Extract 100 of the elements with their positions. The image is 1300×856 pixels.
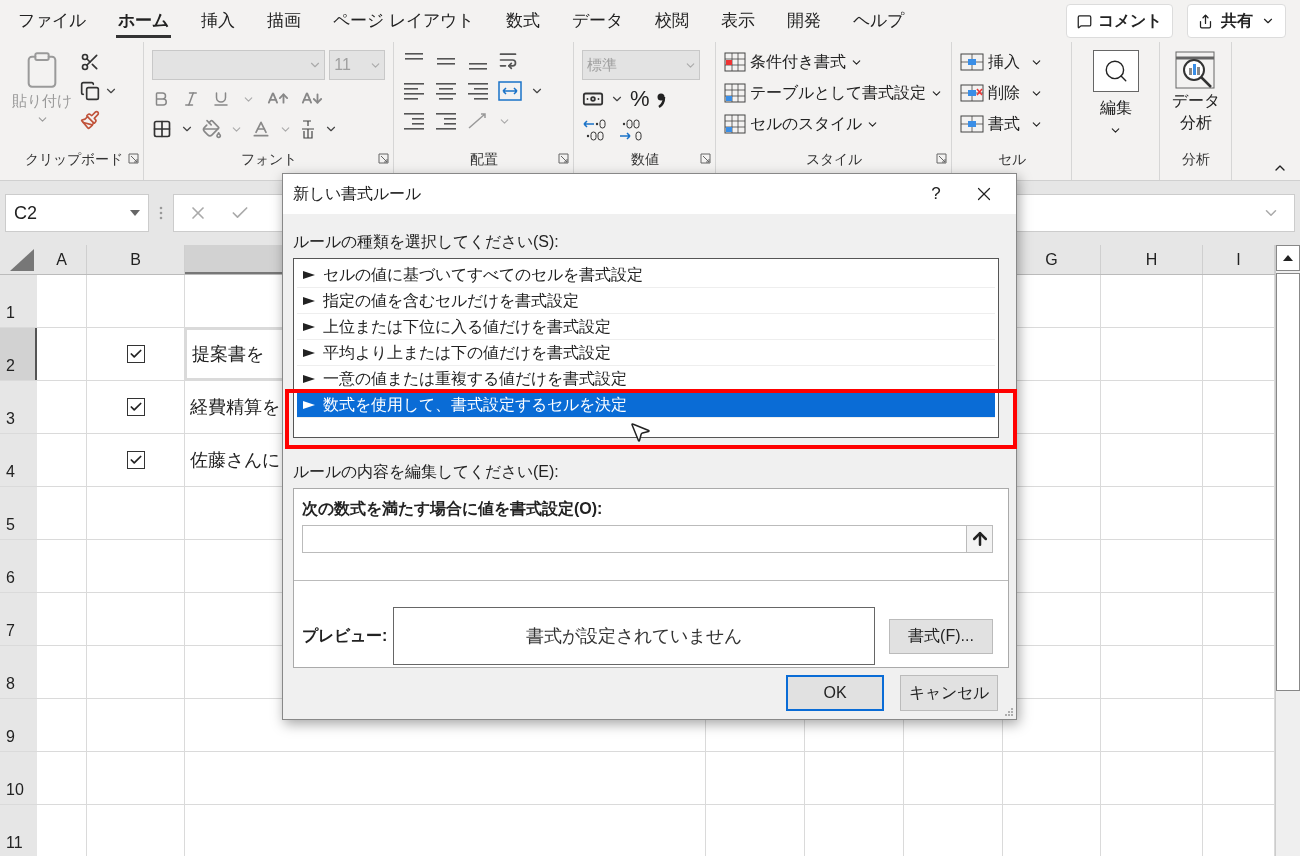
cells-icon	[960, 52, 984, 72]
ribbon-tab[interactable]: ファイル	[16, 3, 88, 39]
cancel-button[interactable]: キャンセル	[900, 675, 998, 711]
resize-grip-icon[interactable]	[1004, 707, 1014, 717]
cells-menu-button[interactable]: 挿入	[960, 50, 1063, 74]
wrap-text-icon[interactable]	[498, 50, 518, 70]
share-icon	[1198, 13, 1213, 29]
merge-center-icon[interactable]	[498, 80, 522, 102]
select-all-icon[interactable]	[10, 249, 34, 271]
rule-type-item[interactable]: 平均より上または下の値だけを書式設定	[297, 340, 995, 366]
increase-decimal-icon[interactable]	[582, 118, 608, 142]
bullet-icon	[303, 347, 315, 358]
ribbon-tab[interactable]: ヘルプ	[850, 3, 906, 39]
ribbon-tab[interactable]: 開発	[784, 3, 823, 39]
help-button[interactable]: ?	[916, 181, 956, 207]
share-button[interactable]: 共有	[1187, 4, 1286, 38]
dialog-launcher-icon[interactable]	[558, 153, 569, 164]
row-header[interactable]: 5	[0, 487, 37, 539]
row-header[interactable]: 3	[0, 381, 37, 433]
bullet-icon	[303, 399, 315, 410]
table-style-icon	[724, 114, 746, 134]
pointer-icon	[628, 420, 652, 444]
style-menu-button[interactable]: 条件付き書式	[724, 50, 943, 74]
editing-button[interactable]: 編集	[1080, 50, 1151, 137]
vertical-scrollbar[interactable]	[1275, 245, 1300, 856]
scroll-up-icon	[1283, 255, 1293, 261]
copy-icon[interactable]	[80, 81, 100, 101]
table-style-icon	[724, 83, 746, 103]
ribbon-tab[interactable]: 校閲	[652, 3, 691, 39]
row-header[interactable]: 11	[0, 805, 37, 856]
format-button[interactable]: 書式(F)...	[889, 618, 993, 654]
data-analysis-button[interactable]: データ 分析	[1168, 50, 1223, 134]
align-right-icon[interactable]	[466, 80, 490, 102]
rule-type-item[interactable]: 上位または下位に入る値だけを書式設定	[297, 314, 995, 340]
font-color-icon[interactable]	[251, 119, 271, 139]
rule-type-list[interactable]: セルの値に基づいてすべてのセルを書式設定 指定の値を含むセルだけを書式設定 上位または下位に入る値だけを書式設定 平均より上または下の値だけを書式設定 一意の値または重複する値だけを書式設定 数式を使用して、書式設定するセルを決定	[293, 258, 999, 438]
phonetic-guide-icon[interactable]	[300, 118, 316, 140]
borders-icon[interactable]	[152, 119, 172, 139]
style-menu-button[interactable]: セルのスタイル	[724, 112, 943, 136]
italic-icon[interactable]	[182, 90, 200, 108]
task-text: 経費精算を	[190, 395, 280, 419]
dialog-launcher-icon[interactable]	[378, 153, 389, 164]
rule-type-item[interactable]: 一意の値または重複する値だけを書式設定	[297, 366, 995, 392]
ribbon-tab[interactable]: ホーム	[116, 3, 171, 39]
column-header[interactable]: A	[37, 245, 87, 274]
decrease-indent-icon[interactable]	[402, 110, 426, 132]
bullet-icon	[303, 373, 315, 384]
analysis-icon	[1173, 50, 1218, 90]
row-header[interactable]: 4	[0, 434, 37, 486]
ribbon-tab[interactable]: データ	[569, 3, 625, 39]
ribbon-tab[interactable]: 表示	[718, 3, 757, 39]
fill-color-icon[interactable]	[202, 119, 222, 139]
comment-button[interactable]: コメント	[1066, 4, 1173, 38]
checkbox[interactable]	[126, 451, 145, 469]
rule-type-item[interactable]: セルの値に基づいてすべてのセルを書式設定	[297, 262, 995, 288]
row-header[interactable]: 6	[0, 540, 37, 592]
checkbox[interactable]	[126, 345, 145, 363]
row-header[interactable]: 9	[0, 699, 37, 751]
cells-icon	[960, 83, 984, 103]
align-center-icon[interactable]	[434, 80, 458, 102]
decrease-decimal-icon[interactable]	[618, 118, 644, 142]
percent-style-button[interactable]: %	[630, 88, 650, 110]
formula-input[interactable]	[302, 525, 993, 553]
group-label: 分析	[1181, 149, 1210, 169]
group-label: クリップボード	[24, 149, 123, 169]
style-menu-button[interactable]: テーブルとして書式設定	[724, 81, 943, 105]
rule-type-item[interactable]: 数式を使用して、書式設定するセルを決定	[297, 392, 995, 418]
dialog-launcher-icon[interactable]	[936, 153, 947, 164]
row-header[interactable]: 7	[0, 593, 37, 645]
section-label: ルールの種類を選択してください(S):	[293, 232, 560, 252]
row-header[interactable]: 10	[0, 752, 37, 804]
paintbrush-icon[interactable]	[80, 110, 100, 130]
group-label: セル	[997, 149, 1026, 169]
column-header[interactable]: H	[1101, 245, 1203, 274]
row-header[interactable]: 1	[0, 275, 37, 327]
increase-indent-icon[interactable]	[434, 110, 458, 132]
ok-button[interactable]: OK	[786, 675, 884, 711]
cells-menu-button[interactable]: 書式	[960, 112, 1063, 136]
check-icon	[128, 347, 143, 361]
checkbox[interactable]	[126, 398, 145, 416]
ribbon-tab[interactable]: ページ レイアウト	[331, 3, 476, 39]
dialog-title: 新しい書式ルール	[293, 184, 421, 204]
row-header[interactable]: 8	[0, 646, 37, 698]
underline-icon[interactable]	[212, 90, 230, 108]
bullet-icon	[303, 269, 315, 280]
align-left-icon[interactable]	[402, 80, 426, 102]
row-header[interactable]: 2	[0, 328, 37, 380]
cells-icon	[960, 114, 984, 134]
check-icon	[128, 453, 143, 467]
ribbon-tab[interactable]: 描画	[265, 3, 303, 39]
ribbon-tab[interactable]: 数式	[503, 3, 542, 39]
dialog-launcher-icon[interactable]	[128, 153, 139, 164]
cells-menu-button[interactable]: 削除	[960, 81, 1063, 105]
dialog-launcher-icon[interactable]	[700, 153, 711, 164]
rule-type-item[interactable]: 指定の値を含むセルだけを書式設定	[297, 288, 995, 314]
name-box[interactable]: C2	[5, 194, 149, 232]
group-label: 配置	[469, 149, 498, 169]
bullet-icon	[303, 295, 315, 306]
ribbon-tab[interactable]: 挿入	[199, 3, 237, 39]
scissors-icon[interactable]	[80, 52, 100, 72]
